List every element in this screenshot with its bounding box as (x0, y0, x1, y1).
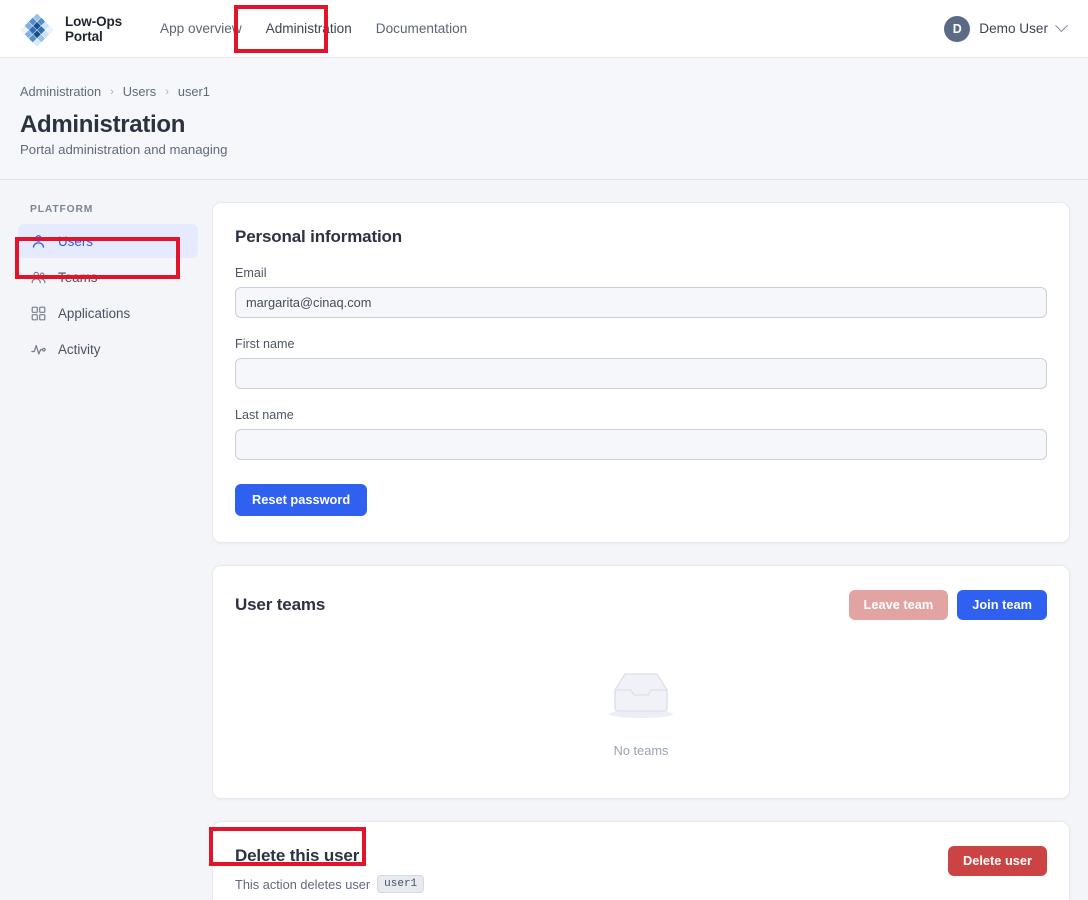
last-name-field-group: Last name (235, 408, 1047, 460)
sidebar-item-teams[interactable]: Teams (18, 260, 198, 294)
breadcrumb-separator-icon: › (110, 85, 114, 98)
avatar: D (944, 15, 971, 42)
email-input[interactable] (235, 287, 1047, 318)
user-menu-label: Demo User (979, 21, 1048, 36)
empty-tray-icon (605, 662, 677, 727)
diamond-grid-logo-icon (18, 10, 56, 48)
breadcrumb-item-users[interactable]: Users (123, 84, 156, 99)
leave-team-button[interactable]: Leave team (848, 590, 949, 620)
users-group-icon (30, 269, 47, 286)
brand-name-line1: Low-Ops (65, 13, 123, 29)
nav-link-app-overview[interactable]: App overview (148, 15, 254, 42)
brand-name-line2: Portal (65, 28, 103, 44)
personal-information-card: Personal information Email First name La… (212, 202, 1070, 543)
sidebar-section-label: PLATFORM (30, 204, 94, 215)
brand-name: Low-Ops Portal (65, 14, 122, 44)
sidebar: PLATFORM Users Teams Applications Activi… (18, 202, 198, 368)
delete-user-title: Delete this user (235, 846, 360, 865)
last-name-label: Last name (235, 408, 294, 422)
sidebar-item-label: Users (58, 233, 93, 249)
user-teams-title: User teams (235, 595, 326, 614)
empty-state-caption: No teams (613, 743, 669, 758)
sidebar-item-label: Applications (58, 305, 131, 321)
user-teams-empty-state: No teams (235, 620, 1047, 772)
breadcrumb-separator-icon: › (165, 85, 169, 98)
activity-icon (30, 341, 47, 358)
page-title: Administration (20, 111, 186, 138)
join-team-button[interactable]: Join team (957, 590, 1047, 620)
breadcrumb: Administration › Users › user1 (20, 84, 1068, 99)
delete-user-button[interactable]: Delete user (948, 846, 1047, 876)
page-content: PLATFORM Users Teams Applications Activi… (0, 180, 1088, 900)
delete-user-card: Delete this user This action deletes use… (212, 821, 1070, 900)
page-subtitle: Portal administration and managing (20, 142, 228, 157)
email-field-group: Email (235, 266, 1047, 318)
sidebar-item-label: Teams (58, 269, 98, 285)
sidebar-item-users[interactable]: Users (18, 224, 198, 258)
main-column: Personal information Email First name La… (212, 202, 1070, 900)
user-icon (30, 233, 47, 250)
sidebar-item-label: Activity (58, 341, 101, 357)
breadcrumb-item-user1[interactable]: user1 (178, 84, 210, 99)
user-menu[interactable]: D Demo User (944, 15, 1068, 42)
breadcrumb-item-administration[interactable]: Administration (20, 84, 101, 99)
delete-user-description: This action deletes user user1 (235, 875, 425, 893)
first-name-field-group: First name (235, 337, 1047, 389)
primary-nav-links: App overview Administration Documentatio… (148, 15, 479, 42)
last-name-input[interactable] (235, 429, 1047, 460)
brand-logo[interactable]: Low-Ops Portal (18, 10, 122, 48)
delete-user-text-block: Delete this user This action deletes use… (235, 846, 425, 893)
reset-password-button[interactable]: Reset password (235, 484, 368, 516)
first-name-input[interactable] (235, 358, 1047, 389)
nav-link-documentation[interactable]: Documentation (364, 15, 479, 42)
delete-user-row: Delete this user This action deletes use… (235, 846, 1047, 893)
username-chip: user1 (377, 875, 425, 893)
nav-link-administration[interactable]: Administration (254, 15, 364, 42)
first-name-label: First name (235, 337, 295, 351)
email-label: Email (235, 266, 267, 280)
sidebar-item-activity[interactable]: Activity (18, 332, 198, 366)
personal-information-title: Personal information (235, 227, 403, 246)
page-hero: Administration › Users › user1 Administr… (0, 58, 1088, 180)
delete-user-description-text: This action deletes user (235, 876, 371, 892)
user-teams-card: User teams Leave team Join team No teams (212, 565, 1070, 799)
user-teams-actions: Leave team Join team (848, 590, 1047, 620)
top-navigation-bar: Low-Ops Portal App overview Administratio… (0, 0, 1088, 58)
grid-icon (30, 305, 47, 322)
sidebar-item-applications[interactable]: Applications (18, 296, 198, 330)
chevron-down-icon (1055, 19, 1068, 33)
user-teams-header: User teams Leave team Join team (235, 590, 1047, 620)
